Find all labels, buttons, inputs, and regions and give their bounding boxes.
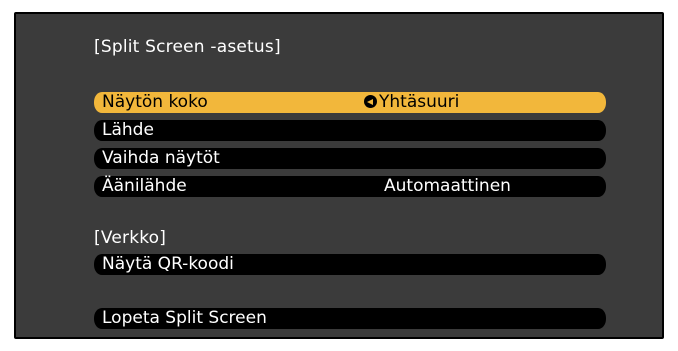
menu-item-label: Lopeta Split Screen: [102, 308, 267, 328]
menu-item-screen-size[interactable]: Näytön koko Yhtäsuuri: [94, 92, 606, 113]
menu-item-swap-screens[interactable]: Vaihda näytöt: [94, 148, 606, 169]
menu-item-value: Automaattinen: [384, 176, 511, 196]
menu-item-label: Lähde: [102, 120, 154, 140]
menu-title: [Split Screen -asetus]: [94, 37, 281, 57]
menu-item-exit-split-screen[interactable]: Lopeta Split Screen: [94, 308, 606, 329]
menu-item-label: Näytön koko: [102, 92, 208, 112]
menu-item-value: Yhtäsuuri: [364, 92, 459, 113]
network-section-heading: [Verkko]: [94, 228, 167, 248]
menu-item-show-qr-code[interactable]: Näytä QR-koodi: [94, 254, 606, 275]
menu-item-label: Äänilähde: [102, 176, 187, 196]
menu-item-value-text: Yhtäsuuri: [379, 92, 460, 112]
menu-item-label: Näytä QR-koodi: [102, 254, 234, 274]
projector-screen: [Split Screen -asetus] Näytön koko Yhtäs…: [14, 12, 664, 339]
menu-item-label: Vaihda näytöt: [102, 148, 220, 168]
menu-item-source[interactable]: Lähde: [94, 120, 606, 141]
enter-arrow-icon: [364, 95, 377, 108]
menu-item-audio-source[interactable]: Äänilähde Automaattinen: [94, 176, 606, 197]
split-screen-settings-menu: [Split Screen -asetus] Näytön koko Yhtäs…: [16, 14, 662, 337]
